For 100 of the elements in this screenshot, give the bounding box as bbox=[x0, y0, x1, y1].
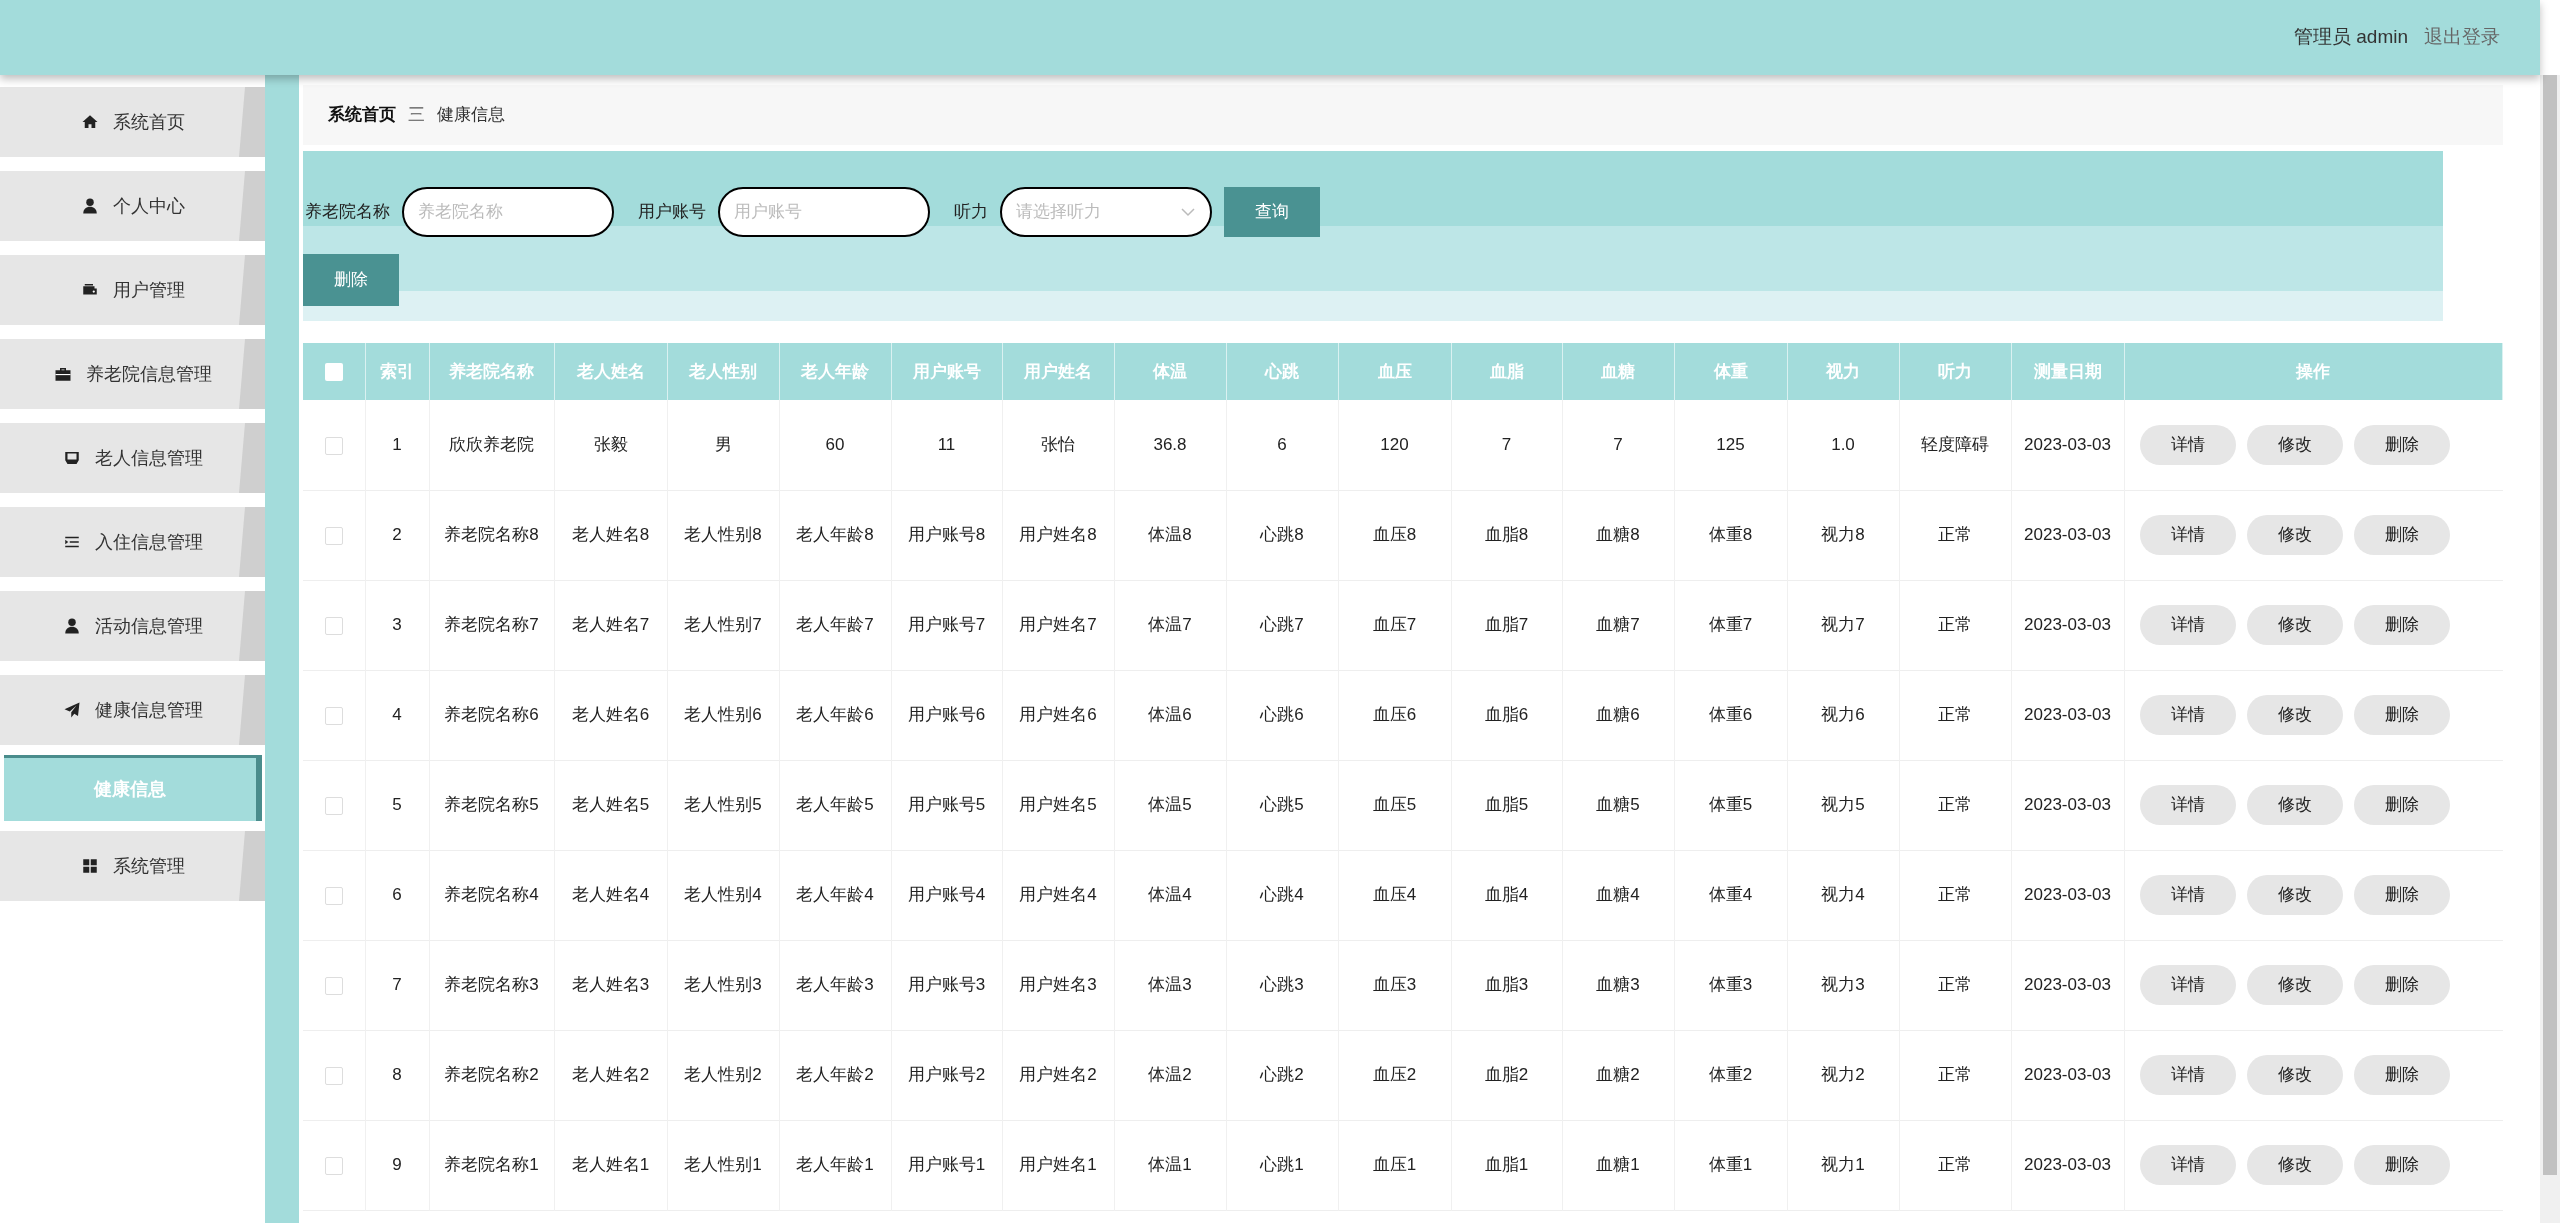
table-cell: 心跳8 bbox=[1226, 490, 1338, 580]
table-cell: 轻度障碍 bbox=[1899, 400, 2011, 490]
edit-button[interactable]: 修改 bbox=[2246, 965, 2343, 1005]
column-header: 索引 bbox=[365, 343, 429, 400]
table-cell: 用户姓名7 bbox=[1002, 580, 1114, 670]
table-cell: 心跳6 bbox=[1226, 670, 1338, 760]
table-cell: 血压2 bbox=[1338, 1030, 1451, 1120]
row-checkbox[interactable] bbox=[324, 1156, 343, 1175]
delete-row-button[interactable]: 删除 bbox=[2353, 1055, 2450, 1095]
delete-row-button[interactable]: 删除 bbox=[2353, 1145, 2450, 1185]
column-header: 养老院名称 bbox=[429, 343, 554, 400]
paper-plane-icon bbox=[62, 701, 81, 719]
delete-row-button[interactable]: 删除 bbox=[2353, 695, 2450, 735]
row-checkbox[interactable] bbox=[324, 1066, 343, 1085]
table-cell: 11 bbox=[891, 400, 1002, 490]
sidebar-item[interactable]: 系统管理 bbox=[0, 831, 265, 901]
row-checkbox[interactable] bbox=[324, 706, 343, 725]
breadcrumb-link[interactable]: 系统首页 bbox=[328, 102, 396, 128]
bevel-edge bbox=[239, 255, 265, 325]
sidebar-item[interactable]: 老人信息管理 bbox=[0, 423, 265, 493]
query-button[interactable]: 查询 bbox=[1224, 187, 1320, 237]
table-cell: 老人年龄1 bbox=[779, 1120, 891, 1210]
table-cell: 正常 bbox=[1899, 850, 2011, 940]
select-all-checkbox[interactable] bbox=[324, 363, 343, 382]
search-field[interactable]: 养老院名称 bbox=[402, 187, 614, 237]
edit-button[interactable]: 修改 bbox=[2246, 424, 2343, 465]
search-field[interactable]: 用户账号 bbox=[718, 187, 930, 237]
row-checkbox[interactable] bbox=[324, 616, 343, 635]
sidebar-item[interactable]: 入住信息管理 bbox=[0, 507, 265, 577]
column-header: 老人姓名 bbox=[554, 343, 667, 400]
sidebar-item[interactable]: 用户管理 bbox=[0, 255, 265, 325]
table-cell: 正常 bbox=[1899, 940, 2011, 1030]
details-button[interactable]: 详情 bbox=[2139, 515, 2236, 555]
delete-row-button[interactable]: 删除 bbox=[2353, 785, 2450, 825]
column-header: 体重 bbox=[1674, 343, 1787, 400]
details-button[interactable]: 详情 bbox=[2139, 965, 2236, 1005]
delete-button[interactable]: 删除 bbox=[303, 254, 399, 306]
column-header: 测量日期 bbox=[2011, 343, 2124, 400]
details-button[interactable]: 详情 bbox=[2139, 785, 2236, 825]
table-cell: 视力2 bbox=[1787, 1030, 1899, 1120]
table-cell: 老人年龄4 bbox=[779, 850, 891, 940]
table-cell: 用户姓名4 bbox=[1002, 850, 1114, 940]
sidebar-item[interactable]: 健康信息管理 bbox=[0, 675, 265, 745]
scrollbar-thumb[interactable] bbox=[2543, 75, 2557, 1175]
delete-row-button[interactable]: 删除 bbox=[2353, 965, 2450, 1005]
table-cell: 老人年龄6 bbox=[779, 670, 891, 760]
table-cell: 2 bbox=[365, 490, 429, 580]
table-cell: 心跳1 bbox=[1226, 1120, 1338, 1210]
details-button[interactable]: 详情 bbox=[2139, 695, 2236, 735]
table-cell: 视力5 bbox=[1787, 760, 1899, 850]
delete-row-button[interactable]: 删除 bbox=[2353, 424, 2450, 465]
delete-row-button[interactable]: 删除 bbox=[2353, 605, 2450, 645]
bevel-edge bbox=[239, 339, 265, 409]
edit-button[interactable]: 修改 bbox=[2246, 1145, 2343, 1185]
edit-button[interactable]: 修改 bbox=[2246, 785, 2343, 825]
table-cell: 用户姓名2 bbox=[1002, 1030, 1114, 1120]
table-cell: 体重8 bbox=[1674, 490, 1787, 580]
edit-button[interactable]: 修改 bbox=[2246, 875, 2343, 915]
table-cell: 老人年龄7 bbox=[779, 580, 891, 670]
sidebar-item[interactable]: 活动信息管理 bbox=[0, 591, 265, 661]
delete-row-button[interactable]: 删除 bbox=[2353, 515, 2450, 555]
column-header: 血压 bbox=[1338, 343, 1451, 400]
details-button[interactable]: 详情 bbox=[2139, 1145, 2236, 1185]
details-button[interactable]: 详情 bbox=[2139, 605, 2236, 645]
table-cell: 老人姓名3 bbox=[554, 940, 667, 1030]
delete-row-button[interactable]: 删除 bbox=[2353, 875, 2450, 915]
edit-button[interactable]: 修改 bbox=[2246, 695, 2343, 735]
table-cell: 血糖7 bbox=[1562, 580, 1674, 670]
table-cell: 2023-03-03 bbox=[2011, 670, 2124, 760]
table-cell: 养老院名称7 bbox=[429, 580, 554, 670]
details-button[interactable]: 详情 bbox=[2139, 875, 2236, 915]
user-name: 管理员 admin bbox=[2293, 25, 2408, 50]
table-cell: 125 bbox=[1674, 400, 1787, 490]
row-checkbox[interactable] bbox=[324, 886, 343, 905]
table-cell: 血脂7 bbox=[1451, 580, 1562, 670]
column-header: 血脂 bbox=[1451, 343, 1562, 400]
table-cell: 用户姓名5 bbox=[1002, 760, 1114, 850]
table-cell: 2023-03-03 bbox=[2011, 580, 2124, 670]
table-cell: 体温3 bbox=[1114, 940, 1226, 1030]
logout-link[interactable]: 退出登录 bbox=[2424, 23, 2500, 52]
sidebar-item[interactable]: 养老院信息管理 bbox=[0, 339, 265, 409]
details-button[interactable]: 详情 bbox=[2139, 1055, 2236, 1095]
table-cell: 血脂4 bbox=[1451, 850, 1562, 940]
edit-button[interactable]: 修改 bbox=[2246, 605, 2343, 645]
table-cell: 120 bbox=[1338, 400, 1451, 490]
edit-button[interactable]: 修改 bbox=[2246, 515, 2343, 555]
sidebar-item[interactable]: 个人中心 bbox=[0, 171, 265, 241]
row-checkbox[interactable] bbox=[324, 796, 343, 815]
table-cell: 血压4 bbox=[1338, 850, 1451, 940]
table-cell: 心跳7 bbox=[1226, 580, 1338, 670]
table-cell: 老人性别4 bbox=[667, 850, 779, 940]
table-cell: 60 bbox=[779, 400, 891, 490]
table-cell: 2023-03-03 bbox=[2011, 1030, 2124, 1120]
details-button[interactable]: 详情 bbox=[2139, 424, 2236, 465]
sidebar-item[interactable]: 系统首页 bbox=[0, 87, 265, 157]
edit-button[interactable]: 修改 bbox=[2246, 1055, 2343, 1095]
row-checkbox[interactable] bbox=[324, 526, 343, 545]
row-checkbox[interactable] bbox=[324, 976, 343, 995]
table-cell: 视力8 bbox=[1787, 490, 1899, 580]
row-checkbox[interactable] bbox=[324, 436, 343, 455]
